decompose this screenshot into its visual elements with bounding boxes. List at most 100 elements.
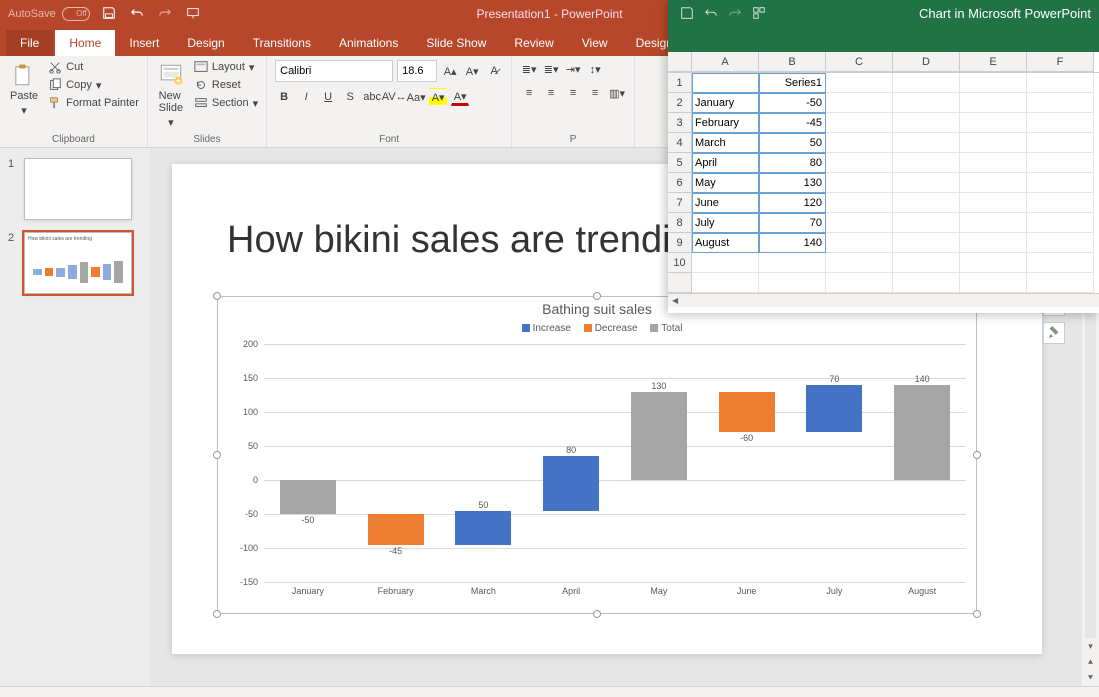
columns-button[interactable]: ▥▾ — [608, 84, 626, 102]
list-level-button[interactable]: ⇥▾ — [564, 60, 582, 78]
chart-bar[interactable] — [806, 385, 862, 433]
cell[interactable] — [826, 73, 893, 93]
cell[interactable]: 140 — [759, 233, 826, 253]
cell[interactable]: Series1 — [759, 73, 826, 93]
cell[interactable] — [1027, 233, 1094, 253]
highlight-button[interactable]: A▾ — [429, 88, 447, 106]
cell[interactable] — [960, 233, 1027, 253]
cell[interactable] — [1027, 133, 1094, 153]
row-header[interactable]: 3 — [668, 113, 692, 133]
cell[interactable] — [826, 273, 893, 293]
shadow-button[interactable]: abc — [363, 88, 381, 106]
edit-data-icon[interactable] — [752, 6, 766, 25]
align-center-button[interactable]: ≡ — [542, 84, 560, 102]
cell[interactable] — [826, 253, 893, 273]
change-case-button[interactable]: Aa▾ — [407, 88, 425, 106]
justify-button[interactable]: ≡ — [586, 84, 604, 102]
cell[interactable]: 70 — [759, 213, 826, 233]
next-slide-icon[interactable]: ⯆ — [1082, 670, 1099, 686]
cell[interactable] — [893, 153, 960, 173]
cell[interactable]: 50 — [759, 133, 826, 153]
cell[interactable] — [960, 213, 1027, 233]
cell[interactable]: June — [692, 193, 759, 213]
line-spacing-button[interactable]: ↕▾ — [586, 60, 604, 78]
save-icon[interactable] — [102, 6, 116, 23]
scroll-down-icon[interactable]: ▾ — [1082, 638, 1099, 654]
chart-styles-button[interactable] — [1043, 322, 1065, 344]
cell[interactable] — [1027, 113, 1094, 133]
cell[interactable] — [960, 253, 1027, 273]
reset-button[interactable]: Reset — [194, 78, 258, 92]
char-spacing-button[interactable]: AV↔ — [385, 88, 403, 106]
cell[interactable] — [893, 73, 960, 93]
cell[interactable] — [826, 173, 893, 193]
resize-handle[interactable] — [213, 292, 221, 300]
chart-bar[interactable] — [368, 514, 424, 545]
cell[interactable] — [1027, 173, 1094, 193]
cell[interactable]: 130 — [759, 173, 826, 193]
cell[interactable] — [692, 253, 759, 273]
autosave-toggle[interactable]: Off — [62, 7, 90, 21]
sheet-body[interactable]: 1Series12January-503February-454March505… — [668, 73, 1099, 293]
cell[interactable] — [960, 273, 1027, 293]
cell[interactable]: January — [692, 93, 759, 113]
resize-handle[interactable] — [593, 610, 601, 618]
cell[interactable] — [893, 273, 960, 293]
cell[interactable] — [960, 133, 1027, 153]
resize-handle[interactable] — [973, 610, 981, 618]
cell[interactable] — [1027, 73, 1094, 93]
row-header[interactable]: 2 — [668, 93, 692, 113]
cell[interactable] — [692, 273, 759, 293]
chart-bar[interactable] — [455, 511, 511, 545]
row-header[interactable]: 7 — [668, 193, 692, 213]
chart-plot-area[interactable]: -150-100-50050100150200-50-455080130-607… — [264, 344, 966, 582]
cell[interactable] — [1027, 273, 1094, 293]
underline-button[interactable]: U — [319, 88, 337, 106]
slide-title[interactable]: How bikini sales are trendin — [227, 219, 692, 262]
redo-icon[interactable] — [728, 6, 742, 25]
prev-slide-icon[interactable]: ⯅ — [1082, 654, 1099, 670]
cell[interactable] — [893, 113, 960, 133]
cell[interactable] — [826, 133, 893, 153]
col-header[interactable]: A — [692, 52, 759, 72]
chart-bar[interactable] — [631, 392, 687, 480]
slide-thumbnail-2[interactable]: How bikini sales are trending — [24, 232, 132, 294]
redo-icon[interactable] — [158, 6, 172, 23]
chart-bar[interactable] — [280, 480, 336, 514]
row-header[interactable]: 4 — [668, 133, 692, 153]
cell[interactable] — [692, 73, 759, 93]
row-header[interactable]: 8 — [668, 213, 692, 233]
cell[interactable] — [893, 213, 960, 233]
tab-review[interactable]: Review — [500, 30, 567, 56]
bullets-button[interactable]: ≣▾ — [520, 60, 538, 78]
row-header[interactable]: 10 — [668, 253, 692, 273]
chart-data-window[interactable]: Chart in Microsoft PowerPoint A B C D E … — [668, 0, 1099, 313]
cell[interactable]: April — [692, 153, 759, 173]
chart-bar[interactable] — [894, 385, 950, 480]
cell[interactable] — [826, 233, 893, 253]
cell[interactable]: -45 — [759, 113, 826, 133]
row-header[interactable]: 6 — [668, 173, 692, 193]
tab-slideshow[interactable]: Slide Show — [412, 30, 500, 56]
tab-home[interactable]: Home — [55, 30, 115, 56]
col-header[interactable]: C — [826, 52, 893, 72]
cell[interactable] — [960, 153, 1027, 173]
cell[interactable] — [826, 153, 893, 173]
cell[interactable] — [960, 93, 1027, 113]
resize-handle[interactable] — [973, 451, 981, 459]
cell[interactable] — [826, 113, 893, 133]
resize-handle[interactable] — [213, 451, 221, 459]
start-from-beginning-icon[interactable] — [186, 6, 200, 23]
undo-icon[interactable] — [130, 6, 144, 23]
cell[interactable]: March — [692, 133, 759, 153]
cell[interactable] — [826, 93, 893, 113]
row-header[interactable]: 1 — [668, 73, 692, 93]
cell[interactable] — [893, 133, 960, 153]
font-color-button[interactable]: A▾ — [451, 88, 469, 106]
cell[interactable]: 120 — [759, 193, 826, 213]
cell[interactable]: May — [692, 173, 759, 193]
format-painter-button[interactable]: Format Painter — [48, 96, 139, 110]
col-header[interactable]: E — [960, 52, 1027, 72]
col-header[interactable]: F — [1027, 52, 1094, 72]
cell[interactable]: August — [692, 233, 759, 253]
